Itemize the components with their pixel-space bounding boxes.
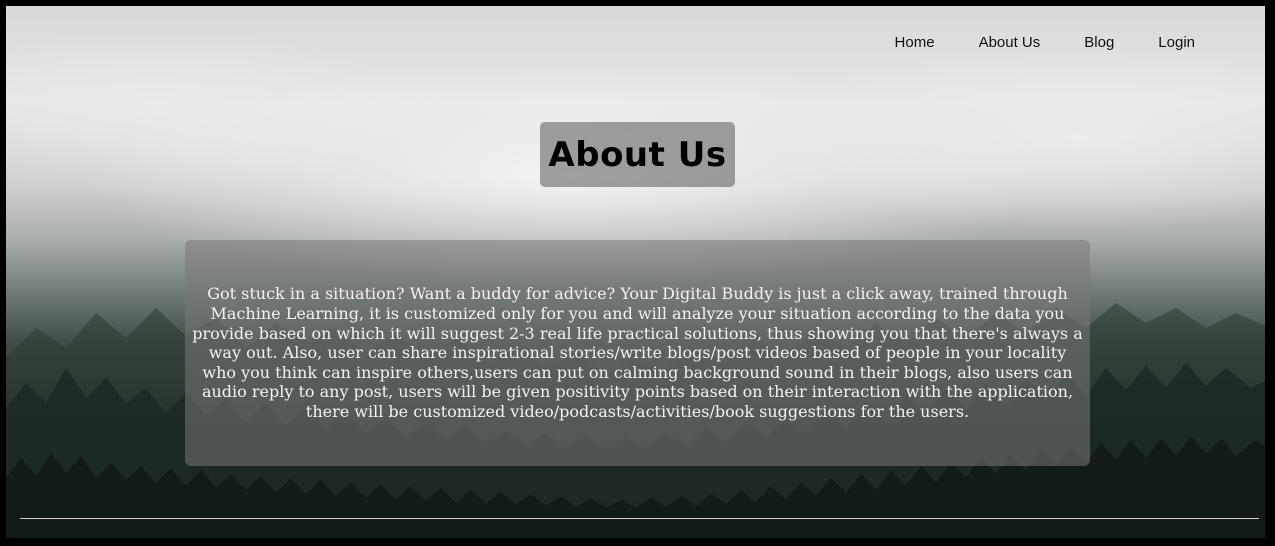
page-title: About Us [548, 134, 727, 175]
top-nav: Home About Us Blog Login [873, 26, 1217, 59]
description-text: Got stuck in a situation? Want a buddy f… [192, 284, 1083, 421]
nav-link-about-us[interactable]: About Us [957, 26, 1063, 59]
page-title-box: About Us [540, 122, 735, 187]
footer-divider [20, 518, 1259, 519]
nav-link-blog[interactable]: Blog [1062, 26, 1136, 59]
nav-link-login[interactable]: Login [1136, 26, 1217, 59]
nav-link-home[interactable]: Home [873, 26, 957, 59]
description-box: Got stuck in a situation? Want a buddy f… [185, 240, 1090, 466]
page-frame: Home About Us Blog Login About Us Got st… [0, 0, 1275, 546]
